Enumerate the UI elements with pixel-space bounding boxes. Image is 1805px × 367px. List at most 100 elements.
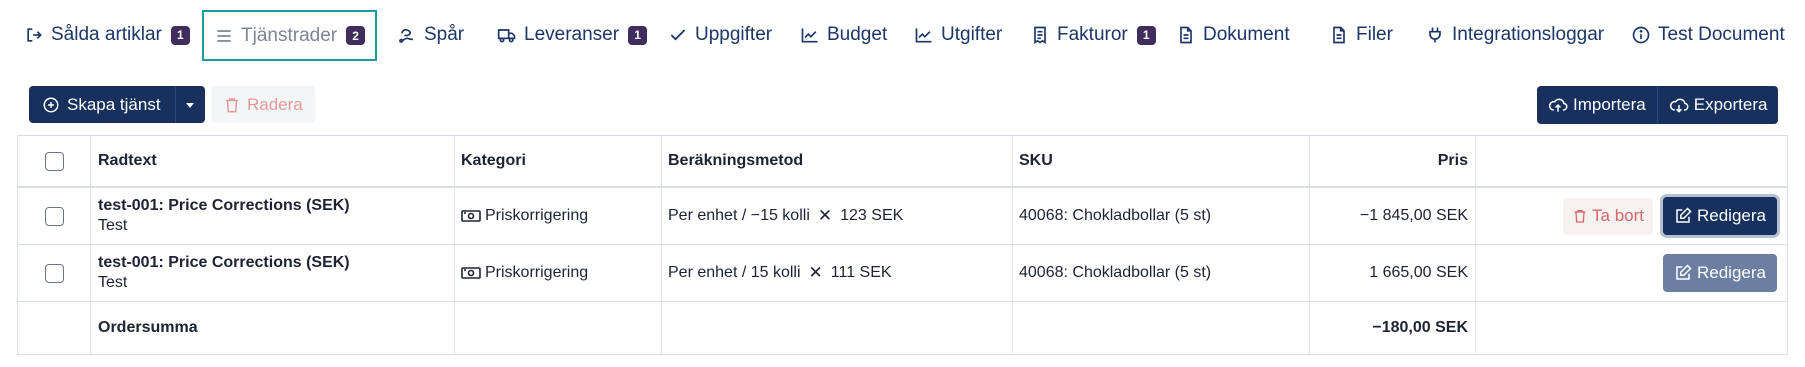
column-header: Kategori: [461, 152, 526, 169]
delete-button[interactable]: Radera: [211, 86, 315, 123]
tab-test-document[interactable]: Test Document: [1631, 10, 1785, 60]
category-cell: Priskorrigering: [455, 188, 662, 244]
row-subtitle: Test: [98, 274, 128, 291]
column-header: Pris: [1437, 152, 1468, 169]
tab-label: Filer: [1356, 24, 1393, 45]
price-cell: 1 665,00 SEK: [1310, 245, 1476, 301]
plus-circle-icon: [43, 97, 59, 112]
money-bill-icon: [461, 267, 481, 279]
table-row: test-001: Price Corrections (SEK) Test P…: [18, 188, 1787, 245]
category-cell: Priskorrigering: [455, 245, 662, 301]
tab-filer[interactable]: Filer: [1329, 10, 1393, 60]
info-icon: [1632, 26, 1650, 44]
row-checkbox[interactable]: [44, 206, 64, 226]
actions-cell: Ta bort Redigera: [1476, 188, 1789, 244]
method-cell: Per enhet / −15 kolli ✕ 123 SEK: [662, 188, 1013, 244]
trash-icon: [226, 97, 238, 112]
tab-dokument[interactable]: Dokument: [1176, 10, 1290, 60]
header-pris[interactable]: Pris: [1310, 136, 1476, 186]
header-berakningsmetod[interactable]: Beräkningsmetod: [662, 136, 1013, 186]
total-empty-cell: [1013, 302, 1310, 354]
file-icon: [1333, 26, 1345, 44]
export-button[interactable]: Exportera: [1658, 86, 1779, 124]
import-export-group: Importera Exportera: [1537, 86, 1779, 124]
create-service-button[interactable]: Skapa tjänst: [29, 86, 175, 123]
column-header: Beräkningsmetod: [668, 152, 804, 169]
remove-label: Ta bort: [1592, 206, 1644, 225]
header-kategori[interactable]: Kategori: [455, 136, 662, 186]
total-value: −180,00 SEK: [1372, 319, 1468, 336]
cloud-upload-icon: [1548, 98, 1568, 112]
radtext-cell: test-001: Price Corrections (SEK) Test: [91, 245, 455, 301]
tab-badge: 2: [346, 26, 366, 45]
import-button[interactable]: Importera: [1537, 86, 1657, 124]
row-checkbox[interactable]: [44, 263, 64, 283]
import-label: Importera: [1573, 95, 1646, 114]
method-price: 111 SEK: [830, 264, 892, 281]
tab-spar[interactable]: Spår: [397, 10, 464, 60]
method-unit: Per enhet / 15 kolli: [668, 264, 801, 281]
total-empty-cell: [455, 302, 662, 354]
caret-down-icon: [186, 102, 195, 108]
tab-badge: 1: [170, 25, 190, 45]
category-label: Priskorrigering: [485, 264, 589, 281]
total-label-cell: Ordersumma: [91, 302, 455, 354]
radtext-cell: test-001: Price Corrections (SEK) Test: [91, 188, 455, 244]
tab-label: Uppgifter: [695, 24, 773, 45]
header-radtext[interactable]: Radtext: [91, 136, 455, 186]
tab-fakturor[interactable]: Fakturor 1: [1030, 10, 1156, 60]
price-value: −1 845,00 SEK: [1359, 207, 1468, 224]
edit-button[interactable]: Redigera: [1663, 197, 1777, 235]
create-service-dropdown-toggle[interactable]: [174, 86, 205, 123]
price-cell: −1 845,00 SEK: [1310, 188, 1476, 244]
sku-value: 40068: Chokladbollar (5 st): [1019, 264, 1212, 281]
tab-label: Budget: [827, 24, 888, 45]
price-value: 1 665,00 SEK: [1369, 264, 1468, 281]
check-icon: [670, 29, 686, 41]
tab-badge: 1: [1136, 25, 1156, 45]
invoice-icon: [1034, 26, 1046, 45]
edit-icon: [1676, 264, 1692, 280]
table-header-row: Radtext Kategori Beräkningsmetod SKU Pri…: [18, 136, 1787, 188]
total-empty-cell: [18, 302, 91, 354]
tab-bar: Sålda artiklar 1 Tjänstrader 2 Spår Leve…: [0, 0, 1805, 70]
tab-label: Leveranser: [524, 24, 620, 45]
select-all-checkbox[interactable]: [44, 151, 64, 171]
create-service-label: Skapa tjänst: [67, 94, 161, 114]
export-label: Exportera: [1693, 95, 1768, 114]
tab-leveranser[interactable]: Leveranser 1: [497, 10, 648, 60]
total-empty-cell: [1476, 302, 1789, 354]
tab-label: Spår: [424, 24, 465, 45]
tab-budget[interactable]: Budget: [800, 10, 887, 60]
tab-label: Integrationsloggar: [1452, 24, 1605, 45]
edit-label: Redigera: [1697, 263, 1766, 282]
method-unit: Per enhet / −15 kolli: [668, 207, 810, 224]
tab-label: Fakturor: [1057, 24, 1128, 45]
delete-label: Radera: [247, 94, 303, 114]
service-lines-table: Radtext Kategori Beräkningsmetod SKU Pri…: [17, 135, 1788, 355]
tab-utgifter[interactable]: Utgifter: [914, 10, 1002, 60]
tab-salda-artiklar[interactable]: Sålda artiklar 1: [24, 10, 190, 60]
tab-label: Test Document: [1658, 24, 1785, 45]
total-row: Ordersumma −180,00 SEK: [18, 302, 1787, 354]
remove-button[interactable]: Ta bort: [1563, 197, 1653, 235]
header-sku[interactable]: SKU: [1013, 136, 1310, 186]
tab-label: Dokument: [1203, 24, 1290, 45]
edit-label: Redigera: [1697, 206, 1766, 225]
cloud-download-icon: [1669, 98, 1689, 113]
chart-line-icon: [915, 28, 932, 43]
plug-icon: [1429, 27, 1441, 43]
tab-label: Tjänstrader: [241, 24, 338, 46]
total-value-cell: −180,00 SEK: [1310, 302, 1476, 354]
tab-tjanstrader[interactable]: Tjänstrader 2: [202, 10, 378, 61]
method-price: 123 SEK: [840, 207, 904, 224]
row-subtitle: Test: [98, 217, 128, 234]
tab-label: Utgifter: [941, 24, 1003, 45]
times-icon: ✕: [808, 263, 823, 282]
row-select-cell: [18, 245, 91, 301]
tab-badge: 1: [628, 25, 648, 45]
edit-button[interactable]: Redigera: [1663, 254, 1777, 292]
tab-integrationsloggar[interactable]: Integrationsloggar: [1425, 10, 1604, 60]
tab-uppgifter[interactable]: Uppgifter: [668, 10, 772, 60]
header-select-cell: [18, 136, 91, 186]
